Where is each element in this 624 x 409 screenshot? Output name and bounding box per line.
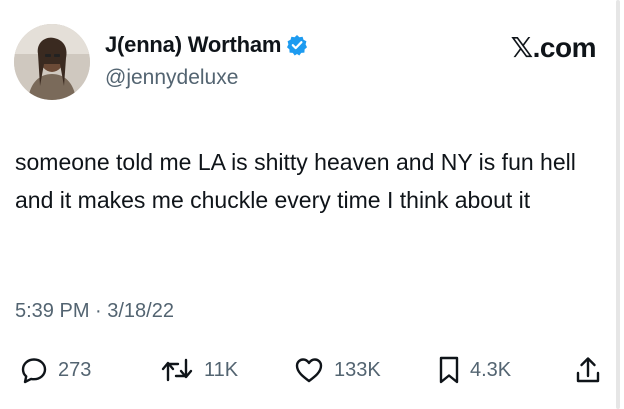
share-button[interactable] bbox=[574, 352, 602, 388]
tweet-text: someone told me LA is shitty heaven and … bbox=[15, 149, 576, 213]
reply-icon bbox=[20, 356, 48, 384]
bookmark-button[interactable]: 4.3K bbox=[438, 352, 511, 388]
retweet-button[interactable]: 11K bbox=[160, 352, 238, 388]
bookmark-icon bbox=[438, 355, 460, 385]
retweet-icon bbox=[160, 356, 194, 384]
avatar[interactable] bbox=[14, 24, 90, 100]
like-count: 133K bbox=[334, 358, 381, 381]
verified-badge-icon bbox=[286, 34, 308, 56]
author-name-row[interactable]: J(enna) Wortham bbox=[105, 32, 308, 58]
timestamp[interactable]: 5:39 PM · 3/18/22 bbox=[15, 300, 174, 323]
reply-count: 273 bbox=[58, 358, 92, 381]
retweet-count: 11K bbox=[204, 358, 239, 381]
profile-photo-image bbox=[14, 24, 90, 100]
heart-icon bbox=[294, 356, 324, 384]
tweet-card: J(enna) Wortham @jennydeluxe 𝕏.com someo… bbox=[0, 0, 624, 409]
like-button[interactable]: 133K bbox=[294, 352, 381, 388]
reply-button[interactable]: 273 bbox=[20, 352, 91, 388]
author-handle[interactable]: @jennydeluxe bbox=[105, 66, 238, 90]
bookmark-count: 4.3K bbox=[470, 358, 512, 381]
share-icon bbox=[574, 355, 602, 385]
x-logo[interactable]: 𝕏.com bbox=[511, 31, 597, 64]
action-bar: 273 11K 133K 4.3K bbox=[0, 352, 624, 388]
scrollbar[interactable] bbox=[616, 0, 620, 409]
display-name[interactable]: J(enna) Wortham bbox=[105, 32, 281, 58]
